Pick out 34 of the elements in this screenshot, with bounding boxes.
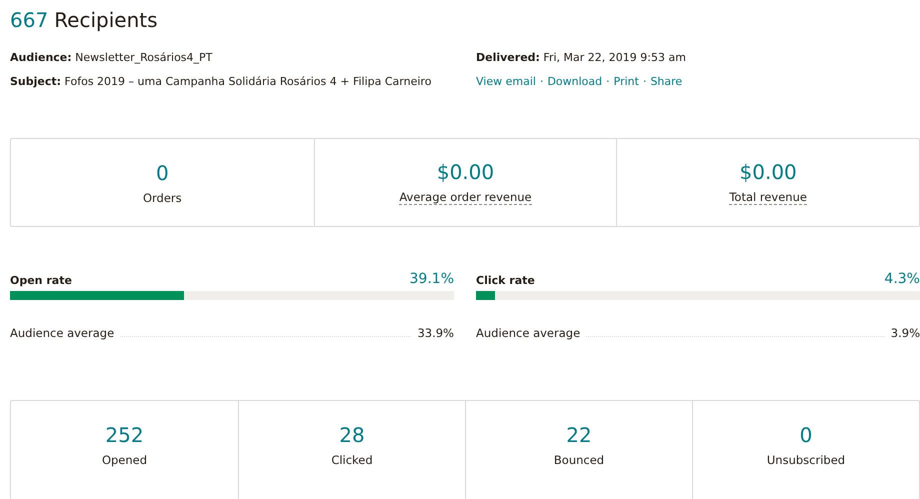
average-value: 33.9% (417, 326, 454, 340)
stat-value: 22 (566, 423, 592, 447)
rate-label: Open rate (10, 274, 72, 287)
report-link[interactable]: Share (650, 75, 682, 88)
stat-label: Opened (102, 453, 148, 467)
stat-value: 28 (339, 423, 365, 447)
recipient-count: 667 (10, 8, 48, 32)
average-label: Audience average (476, 326, 580, 340)
average-label: Audience average (10, 326, 114, 340)
audience-detail: Audience: Newsletter_Rosários4_PT (10, 51, 214, 64)
stat-label: Unsubscribed (766, 453, 846, 467)
stat-value: $0.00 (436, 160, 494, 184)
separator: · (606, 75, 610, 88)
report-link[interactable]: View email (476, 75, 536, 88)
title-text: Recipients (54, 8, 158, 32)
stat-value: 0 (800, 423, 812, 447)
stat-label: Bounced (554, 453, 604, 467)
stat-value: 252 (105, 423, 144, 447)
separator: · (540, 75, 544, 88)
rate-value: 4.3% (884, 271, 920, 287)
stat-label: Clicked (331, 453, 373, 467)
stat-label: Orders (142, 190, 182, 204)
stat-label[interactable]: Average order revenue (399, 190, 532, 205)
report-link[interactable]: Print (614, 75, 639, 88)
stat-label[interactable]: Total revenue (729, 190, 807, 205)
rate-label: Click rate (476, 274, 535, 287)
average-value: 3.9% (890, 326, 920, 340)
subject-detail: Subject: Fofos 2019 – uma Campanha Solidária Rosários 4 + Filipa Carneiro (10, 75, 432, 88)
delivered-detail: Delivered: Fri, Mar 22, 2019 9:53 am (476, 51, 687, 64)
rate-value: 39.1% (410, 271, 454, 287)
stat-value: $0.00 (740, 160, 797, 184)
stat-value: 0 (156, 160, 169, 184)
report-link[interactable]: Download (547, 75, 602, 88)
separator: · (642, 75, 646, 88)
